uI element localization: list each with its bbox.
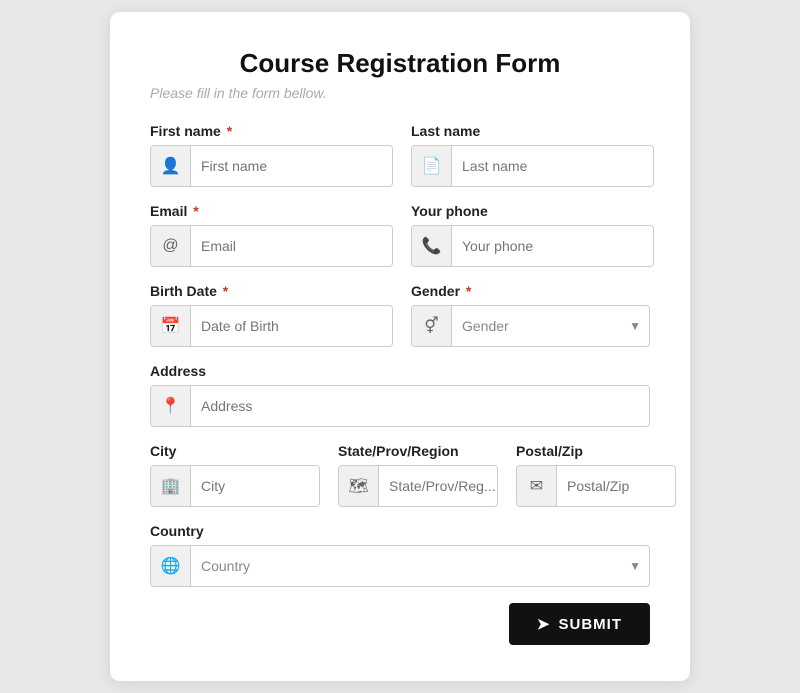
state-input[interactable] [379, 466, 498, 506]
person-icon: 👤 [151, 146, 191, 186]
label-address: Address [150, 363, 650, 379]
input-wrapper-birth-date: 📅 [150, 305, 393, 347]
group-gender: Gender * ⚥ GenderMaleFemaleOther ▼ [411, 283, 650, 347]
required-star-gender: * [462, 283, 471, 299]
group-birth-date: Birth Date * 📅 [150, 283, 393, 347]
phone-icon: 📞 [412, 226, 452, 266]
label-phone: Your phone [411, 203, 654, 219]
row-email-phone: Email * @ Your phone 📞 [150, 203, 650, 267]
address-input[interactable] [191, 386, 649, 426]
group-phone: Your phone 📞 [411, 203, 654, 267]
send-icon: ➤ [537, 615, 551, 633]
input-wrapper-zip: ✉ [516, 465, 676, 507]
submit-button[interactable]: ➤ SUBMIT [509, 603, 650, 645]
email-input[interactable] [191, 226, 392, 266]
location-icon: 📍 [151, 386, 191, 426]
row-birth-gender: Birth Date * 📅 Gender * ⚥ GenderMaleFema… [150, 283, 650, 347]
label-first-name: First name * [150, 123, 393, 139]
form-title: Course Registration Form [150, 48, 650, 79]
country-select[interactable]: CountryUnited StatesCanadaUnited Kingdom… [191, 546, 629, 586]
submit-row: ➤ SUBMIT [150, 603, 650, 645]
required-star-email: * [189, 203, 198, 219]
row-city-state-zip: City 🏢 State/Prov/Region 🗺 Postal/Zip ✉ [150, 443, 650, 507]
row-name: First name * 👤 Last name 📄 [150, 123, 650, 187]
group-email: Email * @ [150, 203, 393, 267]
zip-input[interactable] [557, 466, 676, 506]
group-address: Address 📍 [150, 363, 650, 427]
id-icon: 📄 [412, 146, 452, 186]
required-star-birth: * [219, 283, 228, 299]
input-wrapper-email: @ [150, 225, 393, 267]
label-country: Country [150, 523, 650, 539]
row-country: Country 🌐 CountryUnited StatesCanadaUnit… [150, 523, 650, 587]
row-address: Address 📍 [150, 363, 650, 427]
building-icon: 🏢 [151, 466, 191, 506]
input-wrapper-phone: 📞 [411, 225, 654, 267]
input-wrapper-address: 📍 [150, 385, 650, 427]
group-first-name: First name * 👤 [150, 123, 393, 187]
group-zip: Postal/Zip ✉ [516, 443, 676, 507]
gender-icon: ⚥ [412, 306, 452, 346]
label-state: State/Prov/Region [338, 443, 498, 459]
label-zip: Postal/Zip [516, 443, 676, 459]
submit-label: SUBMIT [559, 616, 623, 633]
group-city: City 🏢 [150, 443, 320, 507]
calendar-icon: 📅 [151, 306, 191, 346]
input-wrapper-first-name: 👤 [150, 145, 393, 187]
gender-select[interactable]: GenderMaleFemaleOther [452, 306, 629, 346]
input-wrapper-country: 🌐 CountryUnited StatesCanadaUnited Kingd… [150, 545, 650, 587]
label-last-name: Last name [411, 123, 654, 139]
city-input[interactable] [191, 466, 320, 506]
phone-input[interactable] [452, 226, 653, 266]
at-icon: @ [151, 226, 191, 266]
required-star-first-name: * [223, 123, 232, 139]
input-wrapper-state: 🗺 [338, 465, 498, 507]
label-gender: Gender * [411, 283, 650, 299]
group-state: State/Prov/Region 🗺 [338, 443, 498, 507]
birth-date-input[interactable] [191, 306, 392, 346]
input-wrapper-gender: ⚥ GenderMaleFemaleOther ▼ [411, 305, 650, 347]
label-city: City [150, 443, 320, 459]
first-name-input[interactable] [191, 146, 392, 186]
label-email: Email * [150, 203, 393, 219]
chevron-down-icon: ▼ [629, 319, 641, 333]
chevron-down-icon-country: ▼ [629, 559, 641, 573]
mail-icon: ✉ [517, 466, 557, 506]
map-icon: 🗺 [339, 466, 379, 506]
group-country: Country 🌐 CountryUnited StatesCanadaUnit… [150, 523, 650, 587]
input-wrapper-city: 🏢 [150, 465, 320, 507]
input-wrapper-last-name: 📄 [411, 145, 654, 187]
form-subtitle: Please fill in the form bellow. [150, 85, 650, 101]
registration-card: Course Registration Form Please fill in … [110, 12, 690, 681]
globe-icon: 🌐 [151, 546, 191, 586]
label-birth-date: Birth Date * [150, 283, 393, 299]
last-name-input[interactable] [452, 146, 653, 186]
group-last-name: Last name 📄 [411, 123, 654, 187]
